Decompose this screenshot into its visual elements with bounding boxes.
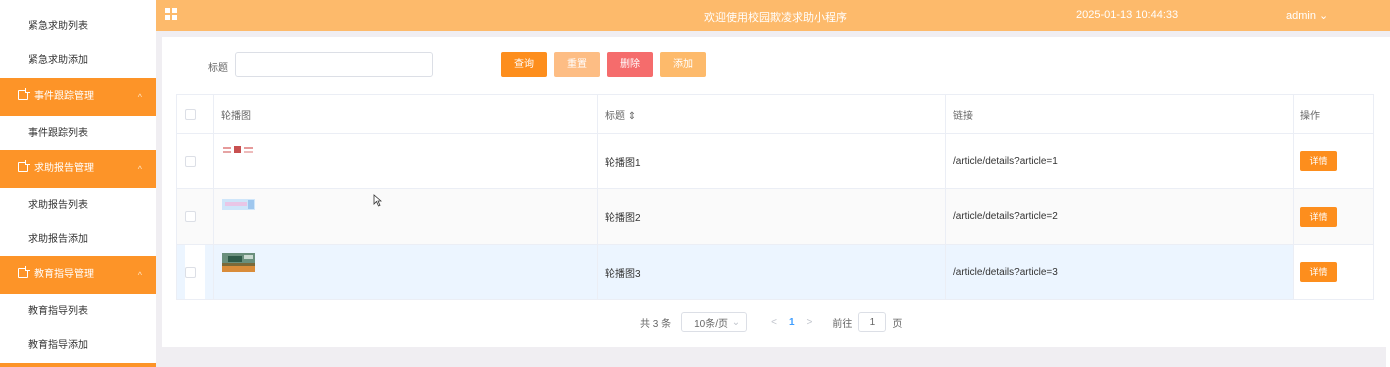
prev-page-button[interactable]: <	[771, 317, 777, 328]
next-page-button[interactable]: >	[807, 317, 813, 328]
sidebar-group-education[interactable]: 教育指导管理 ^	[0, 256, 156, 294]
detail-button[interactable]: 详情	[1300, 151, 1337, 171]
reset-button[interactable]: 重置	[554, 52, 600, 77]
sidebar-item-label: 教育指导添加	[28, 340, 88, 351]
sidebar-group-label: 教育指导管理	[34, 269, 94, 280]
column-header-action: 操作	[1293, 95, 1373, 133]
chevron-up-icon: ^	[137, 270, 142, 280]
row-checkbox[interactable]	[185, 134, 205, 188]
sidebar-item-event-list[interactable]: 事件跟踪列表	[0, 116, 156, 152]
table-header: 轮播图 标题 ⇕ 链接 操作	[176, 94, 1374, 134]
row-action: 详情	[1293, 134, 1373, 188]
delete-button[interactable]: 删除	[607, 52, 653, 77]
title-search-input[interactable]	[235, 52, 433, 77]
title-filter-label: 标题	[208, 63, 228, 74]
banner-thumbnail-1	[213, 134, 597, 188]
chevron-down-icon: ⌄	[731, 316, 741, 328]
row-action: 详情	[1293, 245, 1373, 299]
row-title: 轮播图1	[597, 134, 945, 188]
column-header-image: 轮播图	[213, 95, 597, 133]
sidebar-group-event-tracking[interactable]: 事件跟踪管理 ^	[0, 78, 156, 116]
add-button[interactable]: 添加	[660, 52, 706, 77]
row-action: 详情	[1293, 189, 1373, 244]
scrollbar-track[interactable]	[1386, 37, 1390, 367]
sidebar-group-label: 事件跟踪管理	[34, 91, 94, 102]
sidebar-item-label: 紧急求助添加	[28, 55, 88, 66]
mouse-cursor-icon	[373, 194, 382, 207]
sidebar-group-next	[0, 363, 156, 367]
sidebar: 紧急求助列表 紧急求助添加 事件跟踪管理 ^ 事件跟踪列表 求助报告管理 ^ 求助报…	[0, 0, 156, 367]
column-header-link: 链接	[945, 95, 1293, 133]
sidebar-item-label: 求助报告添加	[28, 234, 88, 245]
sidebar-item-label: 求助报告列表	[28, 200, 88, 211]
sidebar-item-label: 事件跟踪列表	[28, 128, 88, 139]
table-row[interactable]: 轮播图3 /article/details?article=3 详情	[176, 245, 1374, 300]
sidebar-item-report-add[interactable]: 求助报告添加	[0, 222, 156, 258]
goto-label: 前往	[832, 318, 853, 330]
sidebar-item-emergency-list[interactable]: 紧急求助列表	[0, 9, 156, 45]
table-row[interactable]: 轮播图2 /article/details?article=2 详情	[176, 189, 1374, 245]
edit-icon	[18, 88, 30, 100]
column-header-title[interactable]: 标题 ⇕	[597, 95, 945, 133]
page-number-current[interactable]: 1	[789, 317, 795, 328]
sidebar-item-label: 教育指导列表	[28, 306, 88, 317]
goto-suffix: 页	[892, 318, 903, 330]
chevron-up-icon: ^	[137, 164, 142, 174]
row-checkbox[interactable]	[185, 245, 205, 299]
welcome-text: 欢迎使用校园欺凌求助小程序	[704, 12, 847, 24]
sidebar-group-help-report[interactable]: 求助报告管理 ^	[0, 150, 156, 188]
sidebar-item-education-list[interactable]: 教育指导列表	[0, 294, 156, 330]
grid-icon[interactable]	[165, 8, 178, 21]
query-button[interactable]: 查询	[501, 52, 547, 77]
banner-thumbnail-2	[213, 189, 597, 244]
row-link: /article/details?article=3	[945, 245, 1293, 299]
row-title: 轮播图2	[597, 189, 945, 244]
banner-thumbnail-3	[213, 245, 597, 299]
user-menu[interactable]: admin ⌄	[1286, 9, 1328, 22]
top-bar: 欢迎使用校园欺凌求助小程序 2025-01-13 10:44:33 admin …	[156, 0, 1390, 31]
pagination: 共 3 条 10条/页 ⌄ < 1 > 前往 1 页	[640, 312, 902, 332]
total-count: 共 3 条	[640, 318, 672, 330]
sidebar-item-label: 紧急求助列表	[28, 21, 88, 32]
select-all-checkbox[interactable]	[185, 95, 205, 133]
table-row[interactable]: 轮播图1 /article/details?article=1 详情	[176, 134, 1374, 189]
page-size-value: 10条/页	[694, 318, 729, 330]
sidebar-item-report-list[interactable]: 求助报告列表	[0, 188, 156, 224]
main-panel: 标题 查询 重置 删除 添加 轮播图 标题 ⇕ 链接 操作 轮播图1 /arti…	[162, 37, 1388, 347]
datetime-text: 2025-01-13 10:44:33	[1076, 9, 1179, 21]
edit-icon	[18, 266, 30, 278]
detail-button[interactable]: 详情	[1300, 262, 1337, 282]
row-link: /article/details?article=1	[945, 134, 1293, 188]
sidebar-item-education-add[interactable]: 教育指导添加	[0, 328, 156, 364]
goto-page-input[interactable]: 1	[858, 312, 887, 332]
chevron-up-icon: ^	[137, 92, 142, 102]
detail-button[interactable]: 详情	[1300, 206, 1337, 227]
edit-icon	[18, 160, 30, 172]
sidebar-item-emergency-add[interactable]: 紧急求助添加	[0, 43, 156, 79]
row-link: /article/details?article=2	[945, 189, 1293, 244]
row-title: 轮播图3	[597, 245, 945, 299]
sidebar-group-label: 求助报告管理	[34, 163, 94, 174]
page-size-select[interactable]: 10条/页 ⌄	[681, 312, 748, 332]
row-checkbox[interactable]	[185, 189, 205, 244]
